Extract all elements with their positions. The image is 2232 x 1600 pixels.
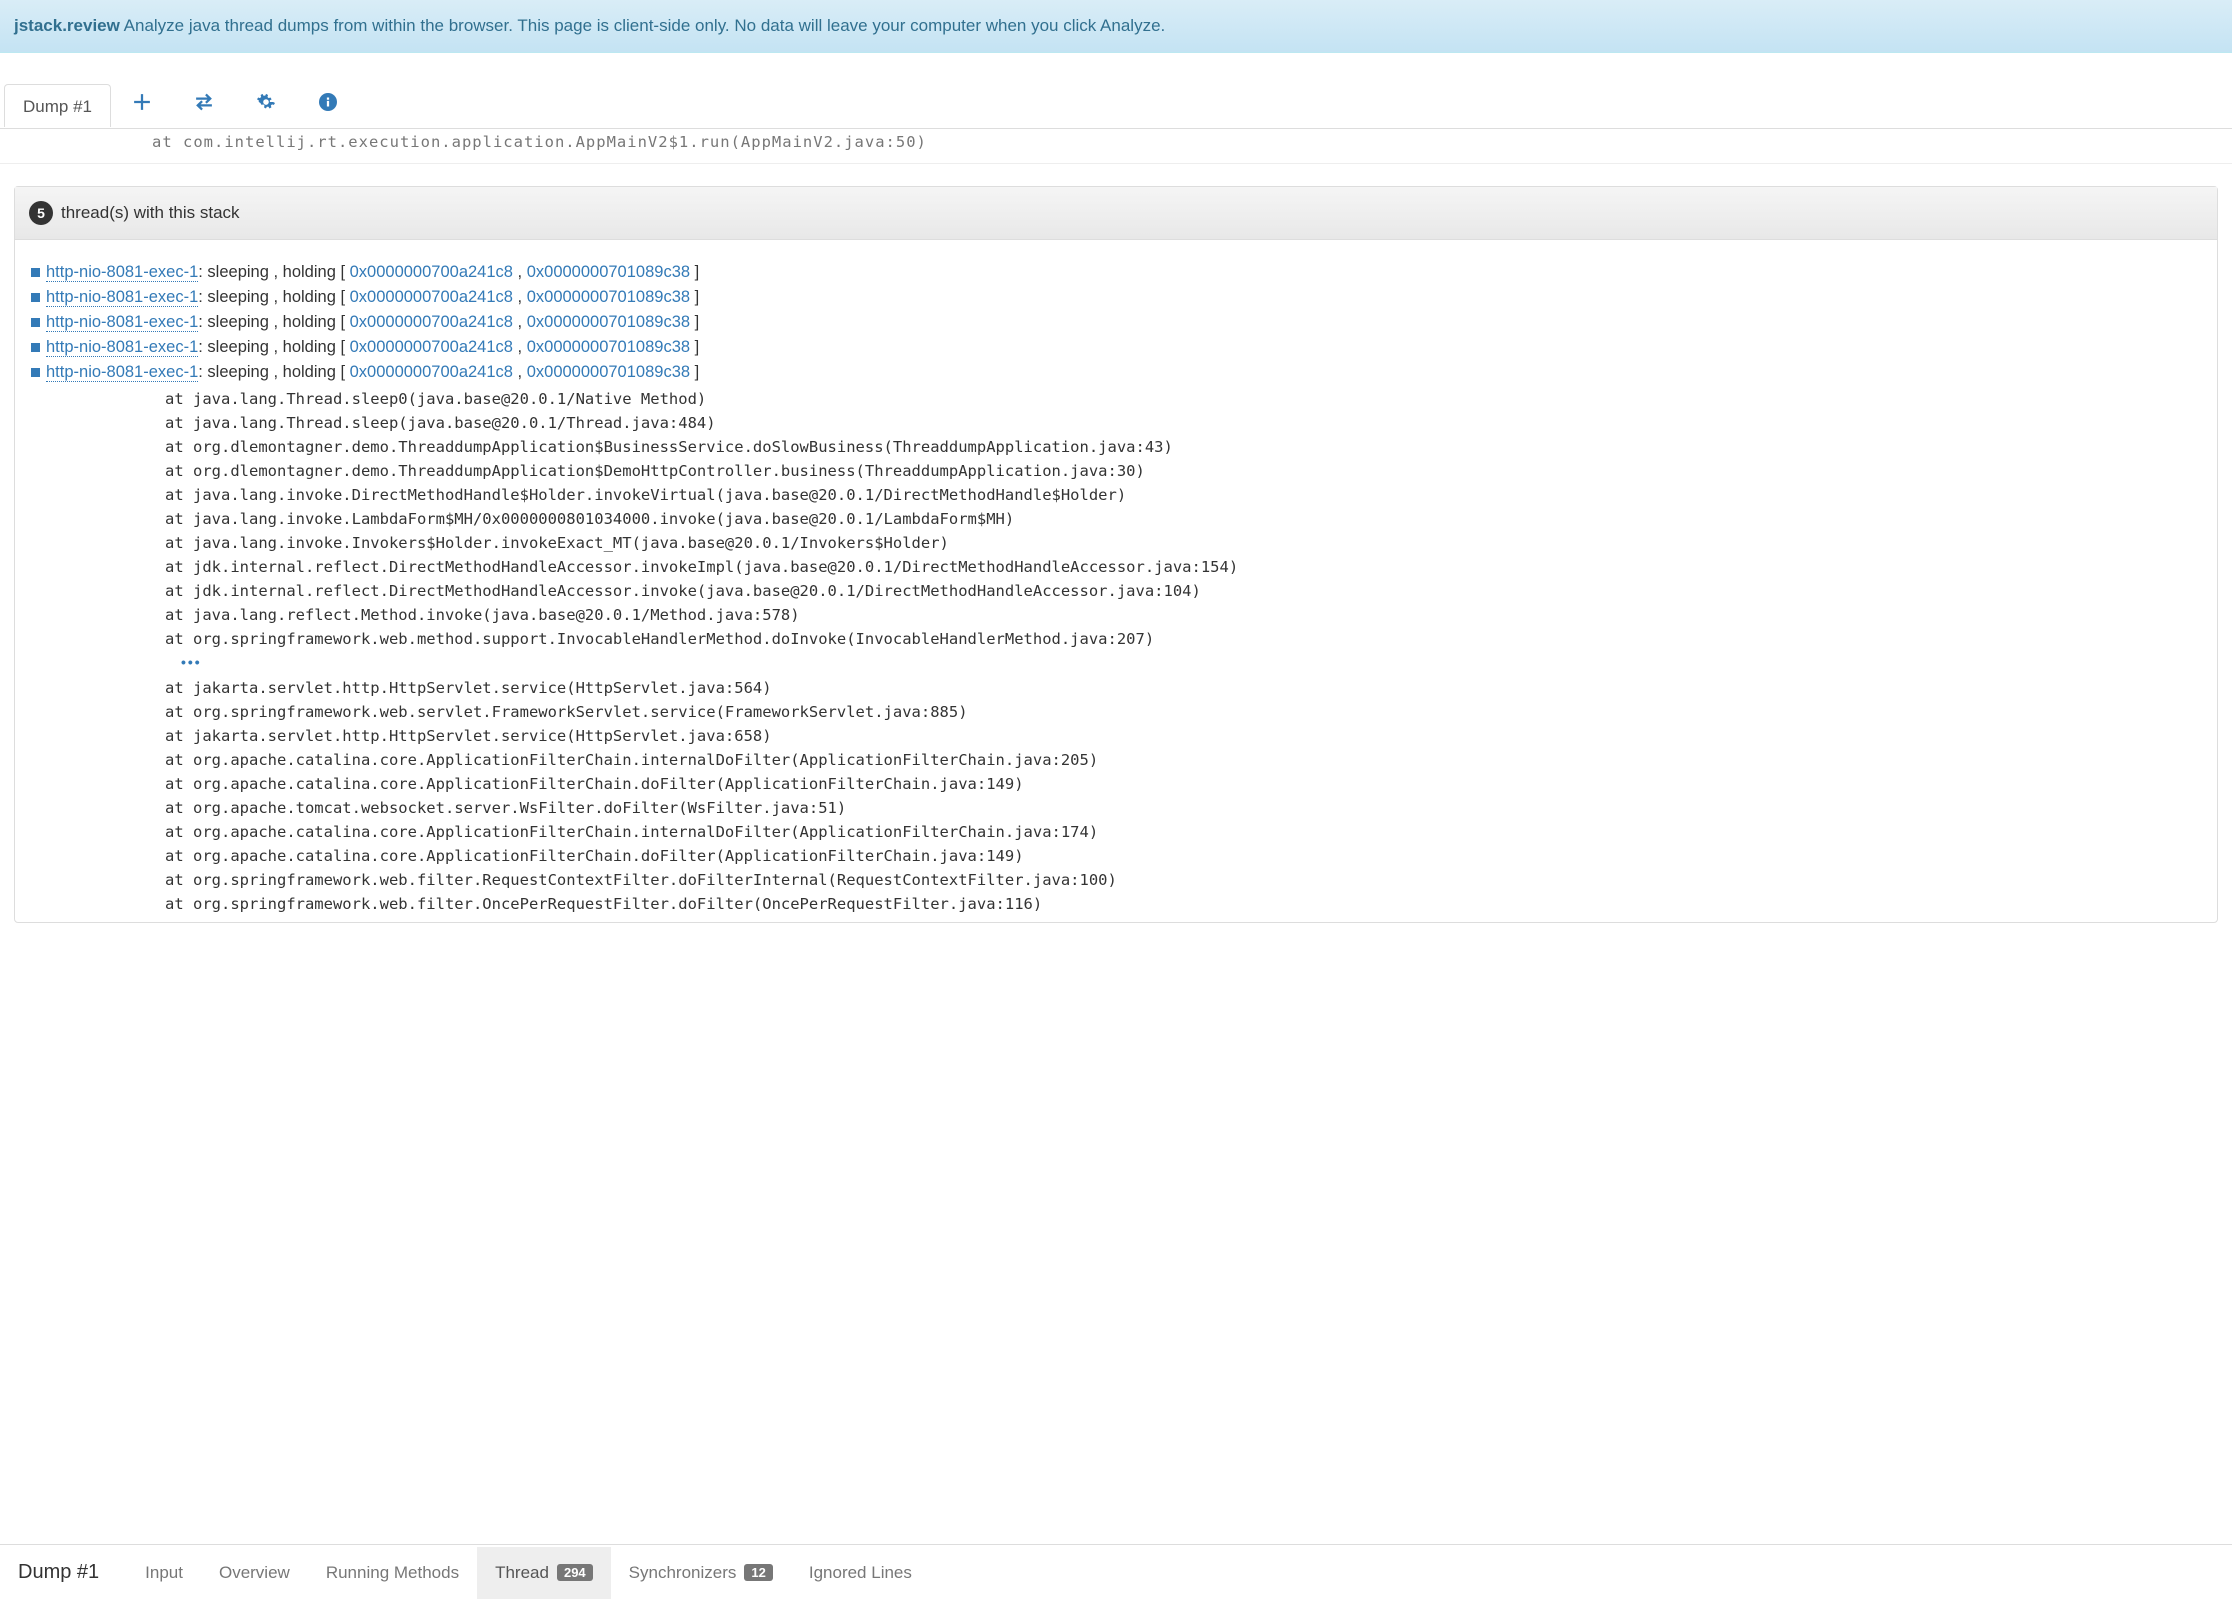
add-dump-button[interactable] bbox=[111, 81, 173, 128]
thread-name-link[interactable]: http-nio-8081-exec-1 bbox=[46, 263, 198, 282]
thread-name-link[interactable]: http-nio-8081-exec-1 bbox=[46, 313, 198, 332]
compare-icon bbox=[195, 93, 213, 111]
thread-entry: http-nio-8081-exec-1: sleeping , holding… bbox=[31, 260, 2201, 285]
compare-button[interactable] bbox=[173, 81, 235, 128]
info-banner: jstack.review Analyze java thread dumps … bbox=[0, 0, 2232, 53]
lock-link[interactable]: 0x0000000701089c38 bbox=[527, 338, 690, 356]
thread-marker-icon bbox=[31, 268, 40, 277]
tab-dump-1[interactable]: Dump #1 bbox=[4, 84, 111, 127]
thread-state: : sleeping , holding [ bbox=[198, 263, 349, 281]
tab-running-methods[interactable]: Running Methods bbox=[308, 1547, 477, 1599]
lock-link[interactable]: 0x0000000701089c38 bbox=[527, 313, 690, 331]
lock-link[interactable]: 0x0000000701089c38 bbox=[527, 288, 690, 306]
thread-count-badge: 5 bbox=[29, 201, 53, 225]
lock-link[interactable]: 0x0000000700a241c8 bbox=[350, 263, 513, 281]
thread-badge: 294 bbox=[557, 1564, 593, 1581]
lock-link[interactable]: 0x0000000700a241c8 bbox=[350, 313, 513, 331]
tab-dump-label: Dump #1 bbox=[23, 97, 92, 116]
thread-name-link[interactable]: http-nio-8081-exec-1 bbox=[46, 338, 198, 357]
thread-state: : sleeping , holding [ bbox=[198, 363, 349, 381]
top-tabs: Dump #1 bbox=[0, 81, 2232, 129]
plus-icon bbox=[133, 93, 151, 111]
tab-overview[interactable]: Overview bbox=[201, 1547, 308, 1599]
partial-stack-line: at com.intellij.rt.execution.application… bbox=[0, 129, 2232, 164]
lock-link[interactable]: 0x0000000701089c38 bbox=[527, 263, 690, 281]
thread-entry: http-nio-8081-exec-1: sleeping , holding… bbox=[31, 335, 2201, 360]
lock-link[interactable]: 0x0000000701089c38 bbox=[527, 363, 690, 381]
tab-thread[interactable]: Thread 294 bbox=[477, 1547, 611, 1599]
info-button[interactable] bbox=[297, 81, 359, 128]
panel-title: thread(s) with this stack bbox=[61, 203, 240, 223]
panel-body: http-nio-8081-exec-1: sleeping , holding… bbox=[15, 240, 2217, 922]
stack-trace-bottom: at jakarta.servlet.http.HttpServlet.serv… bbox=[31, 674, 2201, 916]
tab-synchronizers[interactable]: Synchronizers 12 bbox=[611, 1547, 791, 1599]
banner-text: Analyze java thread dumps from within th… bbox=[124, 16, 1166, 35]
stack-group-panel: 5 thread(s) with this stack http-nio-808… bbox=[14, 186, 2218, 923]
thread-marker-icon bbox=[31, 368, 40, 377]
bottom-dump-label: Dump #1 bbox=[14, 1561, 103, 1584]
tab-input[interactable]: Input bbox=[127, 1547, 201, 1599]
stack-trace-top: at java.lang.Thread.sleep0(java.base@20.… bbox=[31, 385, 2201, 651]
tab-ignored-lines[interactable]: Ignored Lines bbox=[791, 1547, 930, 1599]
thread-marker-icon bbox=[31, 343, 40, 352]
thread-marker-icon bbox=[31, 318, 40, 327]
thread-state: : sleeping , holding [ bbox=[198, 338, 349, 356]
info-icon bbox=[319, 93, 337, 111]
thread-entry: http-nio-8081-exec-1: sleeping , holding… bbox=[31, 285, 2201, 310]
thread-entry: http-nio-8081-exec-1: sleeping , holding… bbox=[31, 310, 2201, 335]
thread-entry: http-nio-8081-exec-1: sleeping , holding… bbox=[31, 360, 2201, 385]
thread-name-link[interactable]: http-nio-8081-exec-1 bbox=[46, 363, 198, 382]
settings-button[interactable] bbox=[235, 81, 297, 128]
lock-link[interactable]: 0x0000000700a241c8 bbox=[350, 363, 513, 381]
sync-badge: 12 bbox=[744, 1564, 772, 1581]
panel-header[interactable]: 5 thread(s) with this stack bbox=[15, 187, 2217, 240]
lock-link[interactable]: 0x0000000700a241c8 bbox=[350, 288, 513, 306]
lock-link[interactable]: 0x0000000700a241c8 bbox=[350, 338, 513, 356]
stack-ellipsis[interactable]: ••• bbox=[31, 651, 2201, 673]
thread-name-link[interactable]: http-nio-8081-exec-1 bbox=[46, 288, 198, 307]
bottom-nav: Dump #1 Input Overview Running Methods T… bbox=[0, 1544, 2232, 1600]
gear-icon bbox=[257, 93, 275, 111]
brand-name: jstack.review bbox=[14, 16, 120, 35]
thread-state: : sleeping , holding [ bbox=[198, 313, 349, 331]
thread-state: : sleeping , holding [ bbox=[198, 288, 349, 306]
thread-marker-icon bbox=[31, 293, 40, 302]
